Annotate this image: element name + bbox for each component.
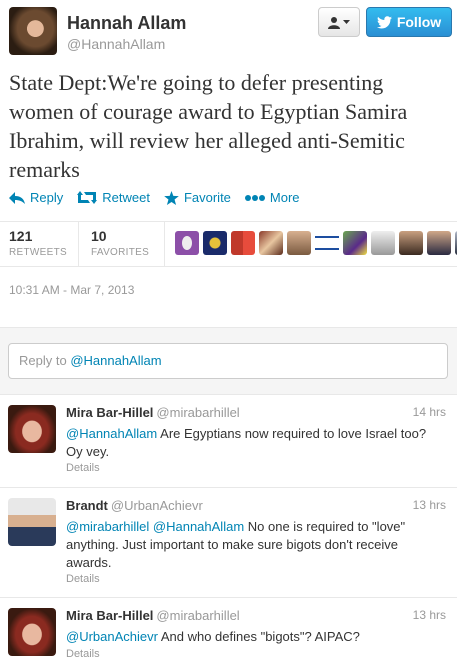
- mention-link[interactable]: @mirabarhillel: [66, 519, 149, 534]
- reply-input[interactable]: Reply to @HannahAllam: [8, 343, 448, 379]
- reply-area: Reply to @HannahAllam: [0, 327, 457, 395]
- reply-text: @mirabarhillel @HannahAllam No one is re…: [66, 518, 436, 572]
- reply-button[interactable]: Reply: [9, 190, 63, 205]
- tweet-actions: Reply Retweet Favorite More: [9, 190, 300, 205]
- star-icon: [164, 190, 179, 205]
- more-button[interactable]: More: [244, 190, 300, 205]
- retweet-icon: [77, 191, 98, 204]
- details-link[interactable]: Details: [66, 648, 100, 660]
- avatar[interactable]: [343, 231, 367, 255]
- reply-header: Mira Bar-Hillel @mirabarhillel: [66, 608, 240, 623]
- mention-link[interactable]: @HannahAllam: [66, 426, 157, 441]
- follow-label: Follow: [396, 14, 442, 30]
- reply-author-name[interactable]: Mira Bar-Hillel: [66, 608, 153, 623]
- favorite-label: Favorite: [183, 190, 231, 205]
- reply-header: Mira Bar-Hillel @mirabarhillel: [66, 405, 240, 420]
- avatar[interactable]: [371, 231, 395, 255]
- avatar[interactable]: [203, 231, 227, 255]
- avatar[interactable]: [259, 231, 283, 255]
- reply-author-name[interactable]: Brandt: [66, 498, 108, 513]
- reply-author-handle[interactable]: @mirabarhillel: [156, 608, 239, 623]
- stats-divider: [164, 222, 165, 267]
- tweet-header: Hannah Allam @HannahAllam Follow: [9, 7, 452, 57]
- avatar[interactable]: [399, 231, 423, 255]
- tweet-timestamp[interactable]: 10:31 AM - Mar 7, 2013: [9, 283, 134, 297]
- stats-divider: [78, 222, 79, 267]
- reply-time[interactable]: 13 hrs: [413, 498, 446, 512]
- reply-time[interactable]: 14 hrs: [413, 405, 446, 419]
- user-icon: [328, 16, 340, 29]
- reply-text: @HannahAllam Are Egyptians now required …: [66, 425, 436, 461]
- details-link[interactable]: Details: [66, 462, 100, 474]
- reply-author-name[interactable]: Mira Bar-Hillel: [66, 405, 153, 420]
- reply-author-handle[interactable]: @mirabarhillel: [156, 405, 239, 420]
- favorites-label: FAVORITES: [91, 247, 150, 258]
- retweets-label: RETWEETS: [9, 247, 67, 258]
- avatar[interactable]: [231, 231, 255, 255]
- favorites-count: 10: [91, 228, 107, 244]
- reply-tweet: Brandt @UrbanAchievr 13 hrs @mirabarhille…: [0, 488, 457, 598]
- reply-tweet: Mira Bar-Hillel @mirabarhillel 13 hrs @Ur…: [0, 598, 457, 670]
- avatar[interactable]: [8, 405, 56, 453]
- avatar[interactable]: [427, 231, 451, 255]
- reply-tweet: Mira Bar-Hillel @mirabarhillel 14 hrs @Ha…: [0, 395, 457, 488]
- more-label: More: [269, 190, 300, 205]
- avatar[interactable]: [8, 498, 56, 546]
- avatar[interactable]: [315, 231, 339, 255]
- reply-author-handle[interactable]: @UrbanAchievr: [111, 498, 203, 513]
- avatar[interactable]: [8, 608, 56, 656]
- favorites-stat[interactable]: 10 FAVORITES: [91, 228, 149, 258]
- avatar[interactable]: [287, 231, 311, 255]
- reply-body: And who defines "bigots"? AIPAC?: [157, 629, 360, 644]
- retweet-button[interactable]: Retweet: [77, 190, 150, 205]
- tweet-text: State Dept:We're going to defer presenti…: [9, 70, 408, 182]
- reply-placeholder-prefix: Reply to: [19, 353, 71, 368]
- more-dots-icon: [244, 194, 265, 201]
- retweets-count: 121: [9, 228, 33, 244]
- user-actions-button[interactable]: [318, 7, 360, 37]
- reply-icon: [9, 191, 25, 204]
- follow-button[interactable]: Follow: [366, 7, 452, 37]
- retweets-stat[interactable]: 121 RETWEETS: [9, 228, 67, 258]
- avatar[interactable]: [9, 7, 57, 55]
- reply-placeholder-mention: @HannahAllam: [70, 353, 162, 368]
- reply-time[interactable]: 13 hrs: [413, 608, 446, 622]
- retweet-label: Retweet: [102, 190, 150, 205]
- caret-down-icon: [343, 19, 350, 24]
- author-name[interactable]: Hannah Allam: [67, 13, 186, 34]
- favorite-button[interactable]: Favorite: [164, 190, 231, 205]
- tweet-stats: 121 RETWEETS 10 FAVORITES: [0, 221, 457, 267]
- mention-link[interactable]: @HannahAllam: [153, 519, 244, 534]
- author-handle[interactable]: @HannahAllam: [67, 36, 165, 52]
- reply-header: Brandt @UrbanAchievr: [66, 498, 203, 513]
- retweeter-avatars: [175, 231, 457, 255]
- reply-text: @UrbanAchievr And who defines "bigots"? …: [66, 628, 436, 646]
- twitter-bird-icon: [376, 15, 392, 28]
- mention-link[interactable]: @UrbanAchievr: [66, 629, 158, 644]
- details-link[interactable]: Details: [66, 573, 100, 585]
- avatar[interactable]: [175, 231, 199, 255]
- reply-label: Reply: [30, 190, 64, 205]
